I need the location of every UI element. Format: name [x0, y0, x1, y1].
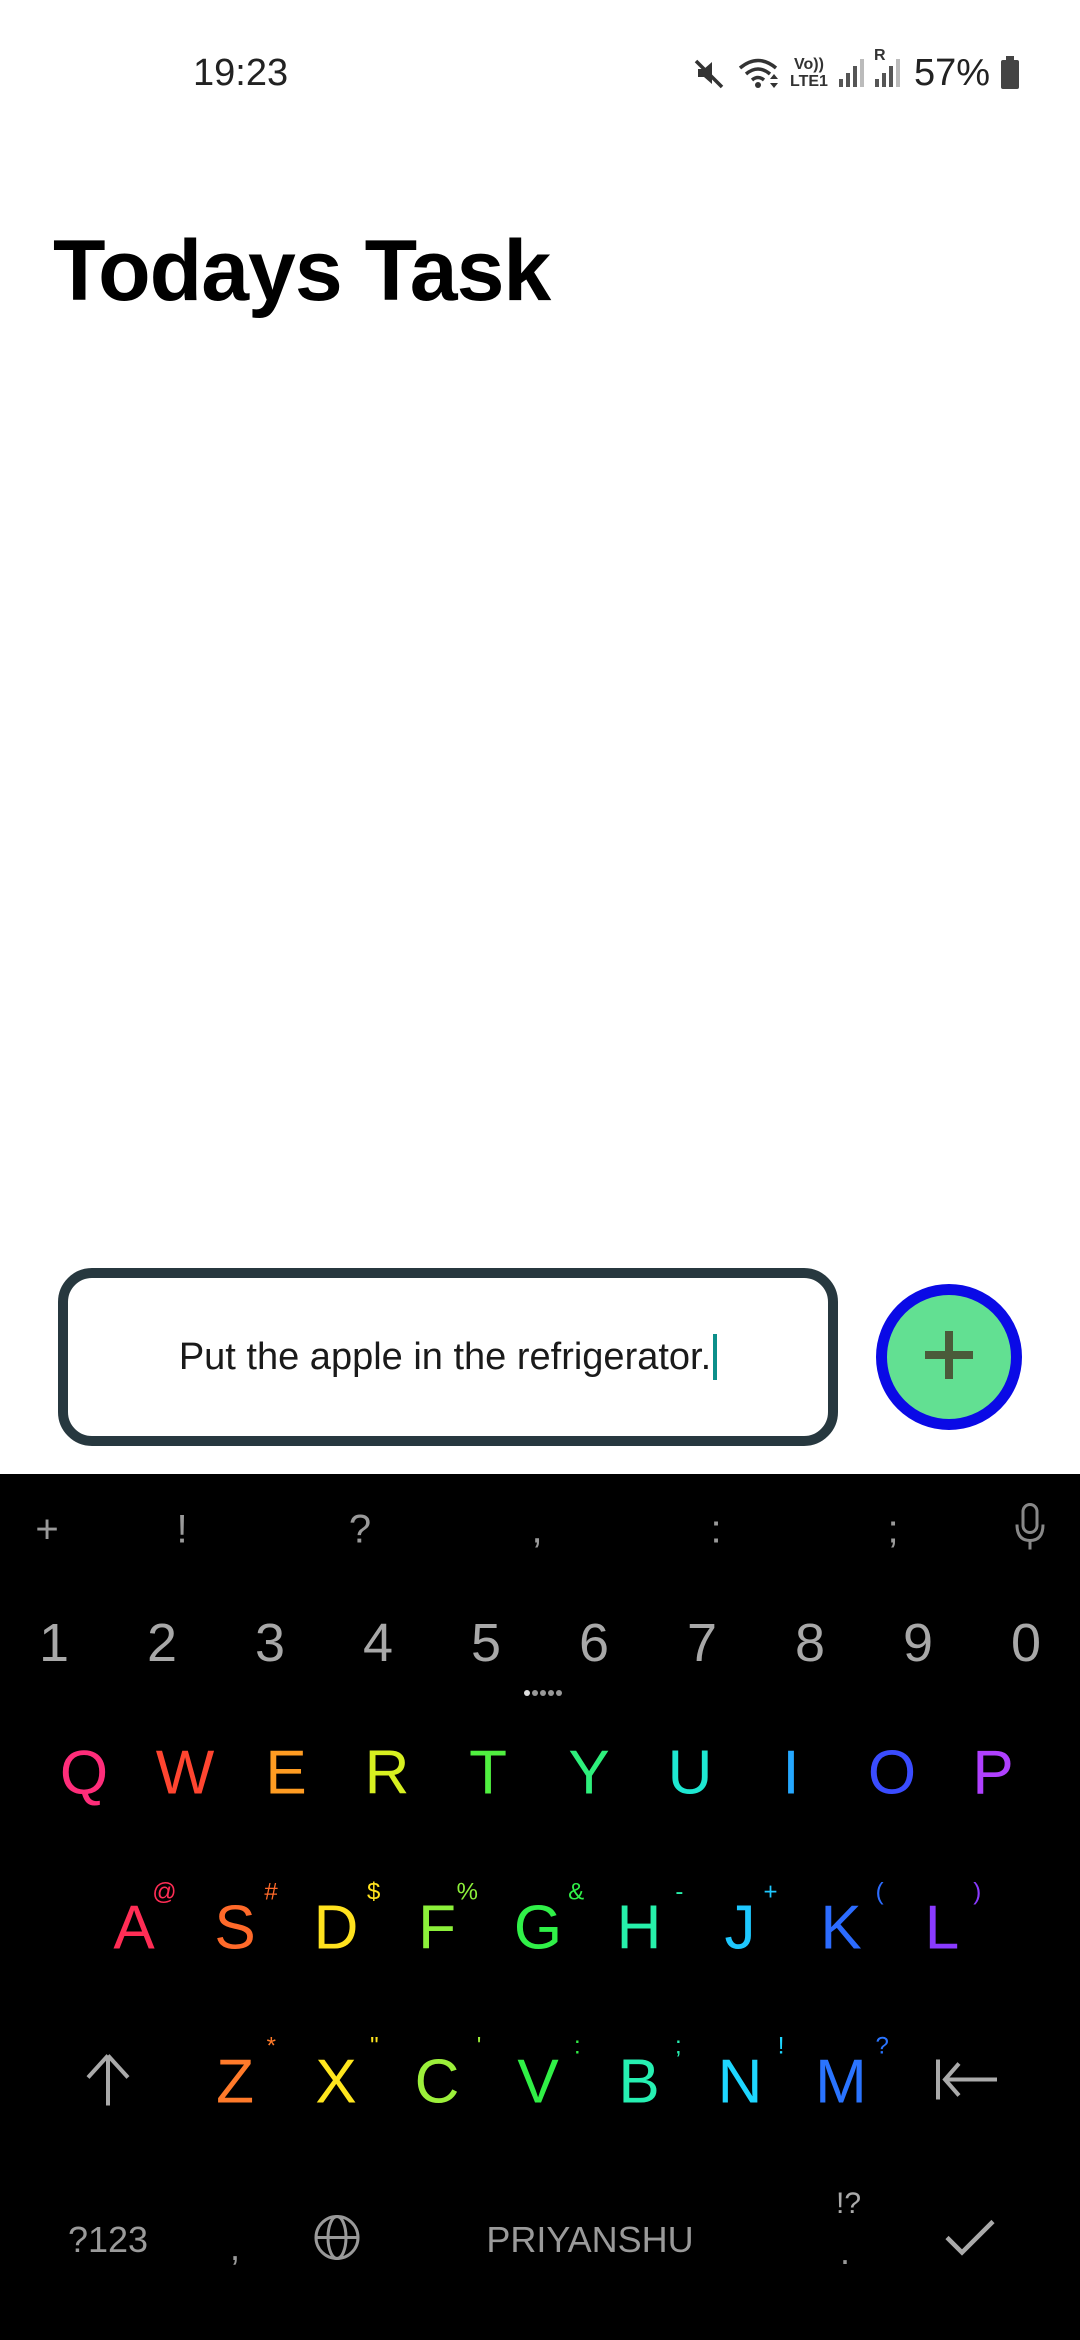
letter-key[interactable]: P [972, 1738, 1013, 1809]
letter-key[interactable]: S # [214, 1879, 277, 1964]
letter-key[interactable]: R [365, 1738, 410, 1809]
letter-key[interactable]: D $ [314, 1879, 381, 1964]
alternate-symbol: # [264, 1878, 278, 1906]
number-key[interactable]: 0 [1011, 1612, 1041, 1674]
status-time: 19:23 [193, 52, 289, 94]
symbol-key[interactable]: , [531, 1508, 542, 1553]
alternate-symbol: ! [777, 2032, 785, 2060]
task-input-value: Put the apple in the refrigerator. [178, 1335, 712, 1378]
letter-key[interactable]: G & [514, 1879, 584, 1964]
wifi-icon [736, 55, 780, 91]
task-input-field[interactable]: Put the apple in the refrigerator. [58, 1268, 838, 1446]
symbol-key[interactable]: ? [349, 1508, 371, 1553]
alternate-symbol: % [456, 1878, 478, 1906]
number-key[interactable]: 1 [39, 1612, 69, 1674]
letter-key[interactable]: V: [517, 2033, 580, 2118]
number-key[interactable]: 5 [471, 1612, 501, 1674]
letter-key[interactable]: Z * [216, 2033, 276, 2118]
shift-icon[interactable] [84, 2052, 132, 2113]
battery-percentage: 57% [913, 51, 990, 94]
task-input-text[interactable]: Put the apple in the refrigerator. [178, 1334, 718, 1380]
letter-key[interactable]: X " [315, 2033, 378, 2118]
alternate-symbol: ( [875, 1878, 884, 1906]
plus-icon [923, 1329, 975, 1386]
number-key[interactable]: 4 [363, 1612, 393, 1674]
number-key[interactable]: 2 [147, 1612, 177, 1674]
page-title: Todays Task [53, 223, 551, 319]
signal-roaming-icon: R [874, 47, 900, 89]
alternate-symbol: ? [875, 2032, 889, 2060]
status-icons: Vo)) LTE1 R 57% [690, 47, 1020, 98]
volte-indicator: Vo)) LTE1 [790, 56, 828, 90]
alternate-symbol: @ [152, 1878, 177, 1906]
number-key[interactable]: 6 [579, 1612, 609, 1674]
alternate-symbol: - [675, 1878, 684, 1906]
letter-key[interactable]: L) [925, 1879, 981, 1964]
number-key[interactable]: 9 [903, 1612, 933, 1674]
alternate-symbol: $ [367, 1878, 381, 1906]
period-key[interactable]: .!? [836, 2187, 861, 2273]
letter-key[interactable]: B; [618, 2033, 681, 2118]
symbol-key[interactable]: ; [887, 1508, 898, 1553]
symbol-key[interactable]: ! [176, 1508, 187, 1553]
letter-key[interactable]: K( [820, 1879, 883, 1964]
letter-key[interactable]: E [265, 1738, 306, 1809]
letter-key[interactable]: Y [568, 1738, 609, 1809]
alternate-symbol: ; [675, 2032, 682, 2060]
keyboard-hint-dots [523, 1680, 563, 1703]
letter-key[interactable]: W [156, 1738, 215, 1809]
comma-key[interactable]: , [230, 2227, 240, 2269]
alternate-symbol: " [370, 2032, 379, 2060]
text-cursor [713, 1334, 718, 1380]
letter-key[interactable]: O [868, 1738, 916, 1809]
mute-icon [690, 55, 726, 91]
alternate-symbol: ) [973, 1878, 982, 1906]
letter-key[interactable]: A @ [113, 1879, 176, 1964]
alternate-symbol: : [574, 2032, 581, 2060]
backspace-icon[interactable] [935, 2057, 1001, 2108]
alternate-symbol: ' [476, 2032, 482, 2060]
letter-key[interactable]: J + [725, 1879, 778, 1964]
letter-key[interactable]: H- [617, 1879, 684, 1964]
status-bar: 19:23 Vo)) LTE1 R 57% [0, 0, 1080, 150]
alternate-symbol: & [568, 1878, 585, 1906]
letter-key[interactable]: F% [418, 1879, 478, 1964]
letter-key[interactable]: C ' [415, 2033, 482, 2118]
spacebar[interactable]: PRIYANSHU [486, 2219, 693, 2261]
letter-key[interactable]: I [782, 1738, 799, 1809]
checkmark-icon[interactable] [944, 2218, 996, 2263]
number-key[interactable]: 8 [795, 1612, 825, 1674]
alternate-symbol: + [763, 1878, 778, 1906]
battery-icon [1000, 56, 1020, 90]
alternate-symbol: * [266, 2032, 276, 2060]
letter-key[interactable]: Q [60, 1738, 108, 1809]
symbols-key[interactable]: ?123 [68, 2219, 148, 2261]
period-alternate: !? [835, 2187, 862, 2220]
add-task-button[interactable] [876, 1284, 1022, 1430]
microphone-icon[interactable] [1013, 1503, 1047, 1558]
signal-icon [838, 57, 864, 89]
letter-key[interactable]: U [668, 1738, 713, 1809]
symbol-key[interactable]: : [710, 1508, 721, 1553]
letter-key[interactable]: N! [718, 2033, 785, 2118]
letter-key[interactable]: M? [815, 2033, 889, 2118]
number-key[interactable]: 3 [255, 1612, 285, 1674]
letter-key[interactable]: T [469, 1738, 507, 1809]
symbol-key[interactable]: + [35, 1508, 58, 1553]
number-key[interactable]: 7 [687, 1612, 717, 1674]
globe-icon[interactable] [312, 2213, 362, 2268]
